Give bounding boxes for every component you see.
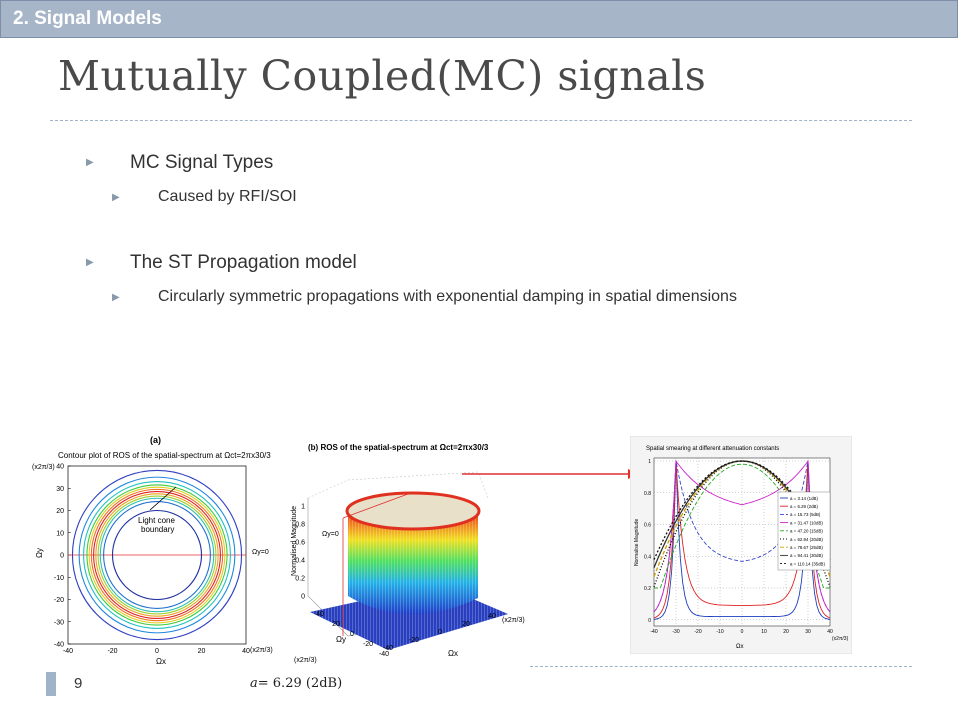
figure-c-title: Spatial smearing at different attenuatio… xyxy=(646,446,779,452)
figure-a-ytick-label: 10 xyxy=(56,530,64,537)
figure-b-ytick-label: 20 xyxy=(332,621,340,628)
figure-b-xlabel: Ωx xyxy=(448,649,458,658)
figure-a-xtick-label: -40 xyxy=(63,648,73,655)
figure-c-legend-entry: a = 15.73 (5dB) xyxy=(790,512,821,517)
figure-c-xtick-label: 0 xyxy=(741,629,744,635)
bullet-arrow-icon: ▶ xyxy=(86,257,94,268)
figure-b-ytick-label: -20 xyxy=(363,641,373,648)
figure-c-x-scale: (x2π/3) xyxy=(832,636,849,642)
figure-c-legend-entry: a = 62.94 (20dB) xyxy=(790,537,823,542)
bullet-arrow-icon: ▶ xyxy=(86,157,94,168)
figure-c-spatial-smearing-chart: Spatial smearing at different attenuatio… xyxy=(630,436,852,654)
figure-c-xtick-label: -40 xyxy=(650,629,657,635)
figure-a-xtick-label: 40 xyxy=(242,648,250,655)
footer-divider xyxy=(530,666,912,667)
figure-a-contour-plot: (a) Contour plot of ROS of the spatial-s… xyxy=(32,435,273,666)
figure-b-ytick-label: 40 xyxy=(316,611,324,618)
figure-b-surface-top-rim xyxy=(345,491,481,531)
figure-c-legend-entry: a = 31.47 (10dB) xyxy=(790,520,823,525)
figure-a-ytick-label: 0 xyxy=(60,553,64,560)
figure-c-ytick-label: 0.8 xyxy=(644,491,651,497)
figure-c-xtick-label: -10 xyxy=(716,629,723,635)
figure-c-xtick-label: 40 xyxy=(827,629,833,635)
figure-a-ytick-label: -30 xyxy=(54,619,64,626)
svg-text:Light cone: Light cone xyxy=(138,516,175,525)
figure-b-zlabel: Normalised Magnitude xyxy=(291,506,298,576)
page-number: 9 xyxy=(74,675,83,692)
figure-a-y0-label: Ωy=0 xyxy=(252,549,269,556)
figure-c-xtick-label: 20 xyxy=(783,629,789,635)
figure-b-title: (b) ROS of the spatial-spectrum at Ωct=2… xyxy=(308,443,489,452)
figure-c-legend: a = 3.14 (1dB) a = 6.29 (2dB) a = 15.73 (5… xyxy=(777,491,831,571)
figure-b-xtick-label: 20 xyxy=(462,621,470,628)
figure-c-xtick-label: -20 xyxy=(694,629,701,635)
figure-b-ytick-label: -40 xyxy=(379,651,389,658)
figure-b-x-scale: (x2π/3) xyxy=(502,617,525,624)
title-divider xyxy=(50,120,912,121)
figure-a-panel-label: (a) xyxy=(150,435,161,445)
figure-b-ylabel: Ωy xyxy=(336,635,346,644)
section-header-bar: 2. Signal Models xyxy=(0,0,958,38)
figure-b-ytick-label: 0 xyxy=(350,631,354,638)
figure-a-ytick-label: 40 xyxy=(56,464,64,471)
figure-c-xtick-label: 10 xyxy=(761,629,767,635)
figure-a-x-scale: (x2π/3) xyxy=(250,647,273,654)
figure-c-xlabel: Ωx xyxy=(736,644,744,650)
figure-c-legend-entry: a = 94.41 (30dB) xyxy=(790,553,823,558)
figure-a-xtick-label: -20 xyxy=(107,648,117,655)
figure-c-ytick-label: 0.2 xyxy=(644,586,651,592)
figure-a-ytick-label: 30 xyxy=(56,486,64,493)
bullet-arrow-icon: ▶ xyxy=(112,292,120,303)
figure-b-y0-label: Ωy=0 xyxy=(322,531,339,538)
figure-c-xtick-label: -30 xyxy=(672,629,679,635)
footnote-text: = 6.29 (2dB) xyxy=(257,676,343,691)
figure-a-ytick-label: 20 xyxy=(56,508,64,515)
figure-a-xtick-label: 20 xyxy=(198,648,206,655)
figure-b-xtick-label: 0 xyxy=(438,629,442,636)
figure-c-legend-entry: a = 6.29 (2dB) xyxy=(790,504,818,509)
figure-a-xtick-label: 0 xyxy=(155,648,159,655)
figure-a-title: Contour plot of ROS of the spatial-spect… xyxy=(58,451,271,460)
figure-a-ytick-label: -10 xyxy=(54,575,64,582)
footnote-symbol: a xyxy=(250,676,258,691)
figure-b-xtick-label: -20 xyxy=(409,637,419,644)
figure-b-ztick-label: 0 xyxy=(301,594,305,601)
figure-c-ylabel: Normalise Magnitude xyxy=(634,519,640,566)
figure-a-xlabel: Ωx xyxy=(156,657,166,666)
figure-a-y-scale: (x2π/3) xyxy=(32,464,55,471)
figure-b-ztick-label: 1 xyxy=(301,504,305,511)
footnote: a= 6.29 (2dB) xyxy=(250,676,342,691)
slide-title: Mutually Coupled(MC) signals xyxy=(58,52,707,100)
figure-c-ytick-label: 0.6 xyxy=(644,523,651,529)
figure-a-ylabel: Ωy xyxy=(35,548,44,558)
figure-c-xtick-label: 30 xyxy=(805,629,811,635)
figure-c-legend-entry: a = 78.67 (25dB) xyxy=(790,545,823,550)
figure-c-legend-entry: a = 47.20 (15dB) xyxy=(790,529,823,534)
figure-c-ytick-label: 0 xyxy=(648,618,651,624)
section-label: 2. Signal Models xyxy=(13,8,162,29)
figure-c-ytick-label: 1 xyxy=(648,459,651,465)
figure-b-xtick-label: 40 xyxy=(488,613,496,620)
bullet-arrow-icon: ▶ xyxy=(112,192,120,203)
figure-a-ytick-label: -20 xyxy=(54,597,64,604)
figure-c-legend-entry: a = 110.14 (35dB) xyxy=(790,561,825,566)
connector-arrow xyxy=(462,469,638,479)
figure-b-y-scale: (x2π/3) xyxy=(294,657,317,664)
figure-c-legend-entry: a = 3.14 (1dB) xyxy=(790,496,818,501)
figure-c-ytick-label: 0.4 xyxy=(644,554,651,560)
svg-text:boundary: boundary xyxy=(141,525,174,534)
page-marker xyxy=(46,672,56,696)
